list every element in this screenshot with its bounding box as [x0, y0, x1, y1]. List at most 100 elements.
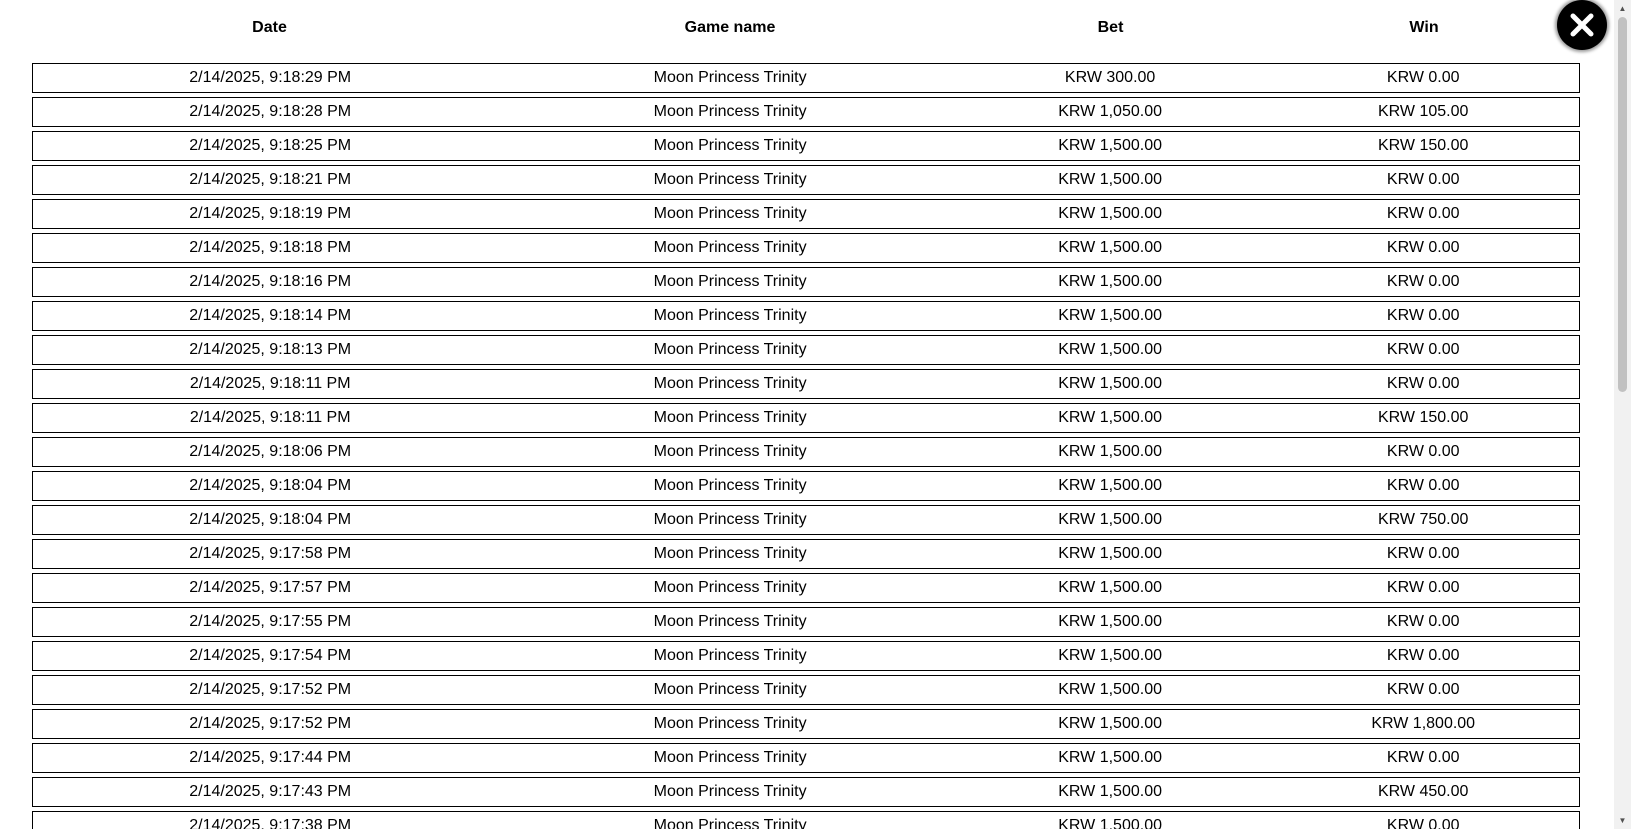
- row-game-name: Moon Princess Trinity: [653, 783, 807, 800]
- row-game-name: Moon Princess Trinity: [653, 137, 807, 154]
- row-game-name: Moon Princess Trinity: [653, 511, 807, 528]
- row-game-name: Moon Princess Trinity: [653, 103, 807, 120]
- table-row: 2/14/2025, 9:18:21 PM Moon Princess Trini…: [32, 165, 1580, 195]
- game-history-page: Date Game name Bet Win 2/14/2025, 9:18:2…: [0, 0, 1631, 829]
- row-win: KRW 0.00: [1386, 205, 1460, 222]
- header-game-name: Game name: [684, 19, 776, 36]
- row-bet: KRW 1,500.00: [1058, 715, 1162, 732]
- table-row: 2/14/2025, 9:18:18 PM Moon Princess Trini…: [32, 233, 1580, 263]
- table-row: 2/14/2025, 9:17:55 PM Moon Princess Trini…: [32, 607, 1580, 637]
- row-bet: KRW 1,500.00: [1058, 613, 1162, 630]
- row-date: 2/14/2025, 9:17:44 PM: [189, 749, 352, 766]
- row-bet: KRW 1,050.00: [1058, 103, 1162, 120]
- chevron-up-icon[interactable]: ▲: [1614, 0, 1631, 17]
- row-date: 2/14/2025, 9:18:28 PM: [189, 103, 352, 120]
- row-date: 2/14/2025, 9:17:58 PM: [189, 545, 352, 562]
- row-game-name: Moon Princess Trinity: [653, 443, 807, 460]
- row-win: KRW 0.00: [1386, 375, 1460, 392]
- row-win: KRW 0.00: [1386, 817, 1460, 829]
- row-date: 2/14/2025, 9:18:29 PM: [189, 69, 352, 86]
- table-row: 2/14/2025, 9:17:38 PM Moon Princess Trini…: [32, 811, 1580, 829]
- game-history-panel[interactable]: Date Game name Bet Win 2/14/2025, 9:18:2…: [0, 0, 1614, 829]
- table-row: 2/14/2025, 9:17:58 PM Moon Princess Trini…: [32, 539, 1580, 569]
- row-game-name: Moon Princess Trinity: [653, 307, 807, 324]
- row-win: KRW 0.00: [1386, 443, 1460, 460]
- row-bet: KRW 1,500.00: [1058, 137, 1162, 154]
- row-bet: KRW 1,500.00: [1058, 375, 1162, 392]
- vertical-scrollbar[interactable]: ▲ ▼: [1614, 0, 1631, 829]
- row-bet: KRW 1,500.00: [1058, 647, 1162, 664]
- row-win: KRW 0.00: [1386, 341, 1460, 358]
- table-row: 2/14/2025, 9:17:43 PM Moon Princess Trini…: [32, 777, 1580, 807]
- row-win: KRW 1,800.00: [1371, 715, 1476, 732]
- table-row: 2/14/2025, 9:18:11 PM Moon Princess Trini…: [32, 369, 1580, 399]
- row-game-name: Moon Princess Trinity: [653, 171, 807, 188]
- table-row: 2/14/2025, 9:18:11 PM Moon Princess Trini…: [32, 403, 1580, 433]
- row-bet: KRW 1,500.00: [1058, 545, 1162, 562]
- row-game-name: Moon Princess Trinity: [653, 477, 807, 494]
- row-bet: KRW 1,500.00: [1058, 409, 1162, 426]
- row-win: KRW 105.00: [1377, 103, 1469, 120]
- row-game-name: Moon Princess Trinity: [653, 69, 807, 86]
- row-game-name: Moon Princess Trinity: [653, 579, 807, 596]
- row-date: 2/14/2025, 9:17:57 PM: [189, 579, 352, 596]
- table-row: 2/14/2025, 9:17:54 PM Moon Princess Trini…: [32, 641, 1580, 671]
- row-game-name: Moon Princess Trinity: [653, 341, 807, 358]
- row-date: 2/14/2025, 9:17:54 PM: [189, 647, 352, 664]
- chevron-down-icon[interactable]: ▼: [1614, 812, 1631, 829]
- row-game-name: Moon Princess Trinity: [653, 647, 807, 664]
- row-bet: KRW 1,500.00: [1058, 443, 1162, 460]
- row-date: 2/14/2025, 9:17:38 PM: [189, 817, 352, 829]
- scrollbar-thumb[interactable]: [1618, 17, 1627, 392]
- row-date: 2/14/2025, 9:17:52 PM: [189, 681, 352, 698]
- row-win: KRW 0.00: [1386, 239, 1460, 256]
- row-win: KRW 0.00: [1386, 307, 1460, 324]
- row-bet: KRW 1,500.00: [1058, 749, 1162, 766]
- row-date: 2/14/2025, 9:18:19 PM: [189, 205, 352, 222]
- table-header: Date Game name Bet Win: [32, 16, 1580, 40]
- row-date: 2/14/2025, 9:18:21 PM: [189, 171, 352, 188]
- row-win: KRW 0.00: [1386, 545, 1460, 562]
- row-bet: KRW 1,500.00: [1058, 205, 1162, 222]
- row-date: 2/14/2025, 9:18:04 PM: [189, 511, 352, 528]
- row-date: 2/14/2025, 9:17:43 PM: [189, 783, 352, 800]
- row-game-name: Moon Princess Trinity: [653, 205, 807, 222]
- row-bet: KRW 1,500.00: [1058, 273, 1162, 290]
- table-row: 2/14/2025, 9:18:04 PM Moon Princess Trini…: [32, 505, 1580, 535]
- row-date: 2/14/2025, 9:18:11 PM: [189, 409, 351, 426]
- row-bet: KRW 1,500.00: [1058, 307, 1162, 324]
- row-game-name: Moon Princess Trinity: [653, 375, 807, 392]
- row-game-name: Moon Princess Trinity: [653, 239, 807, 256]
- row-game-name: Moon Princess Trinity: [653, 715, 807, 732]
- row-win: KRW 0.00: [1386, 171, 1460, 188]
- row-date: 2/14/2025, 9:18:06 PM: [189, 443, 352, 460]
- table-row: 2/14/2025, 9:18:19 PM Moon Princess Trini…: [32, 199, 1580, 229]
- row-win: KRW 0.00: [1386, 681, 1460, 698]
- table-row: 2/14/2025, 9:17:52 PM Moon Princess Trini…: [32, 675, 1580, 705]
- row-date: 2/14/2025, 9:18:18 PM: [189, 239, 352, 256]
- row-bet: KRW 1,500.00: [1058, 511, 1162, 528]
- table-row: 2/14/2025, 9:17:57 PM Moon Princess Trini…: [32, 573, 1580, 603]
- row-bet: KRW 1,500.00: [1058, 341, 1162, 358]
- row-game-name: Moon Princess Trinity: [653, 409, 807, 426]
- row-game-name: Moon Princess Trinity: [653, 273, 807, 290]
- close-button[interactable]: [1557, 0, 1607, 50]
- table-row: 2/14/2025, 9:18:16 PM Moon Princess Trini…: [32, 267, 1580, 297]
- row-bet: KRW 1,500.00: [1058, 783, 1162, 800]
- table-row: 2/14/2025, 9:17:52 PM Moon Princess Trini…: [32, 709, 1580, 739]
- table-row: 2/14/2025, 9:17:44 PM Moon Princess Trini…: [32, 743, 1580, 773]
- row-bet: KRW 1,500.00: [1058, 817, 1162, 829]
- row-bet: KRW 300.00: [1064, 69, 1156, 86]
- row-bet: KRW 1,500.00: [1058, 171, 1162, 188]
- history-rows: 2/14/2025, 9:18:29 PM Moon Princess Trini…: [32, 63, 1580, 829]
- row-win: KRW 0.00: [1386, 613, 1460, 630]
- row-win: KRW 150.00: [1377, 409, 1469, 426]
- row-game-name: Moon Princess Trinity: [653, 613, 807, 630]
- header-win: Win: [1409, 19, 1439, 36]
- row-bet: KRW 1,500.00: [1058, 579, 1162, 596]
- table-row: 2/14/2025, 9:18:14 PM Moon Princess Trini…: [32, 301, 1580, 331]
- row-win: KRW 750.00: [1377, 511, 1469, 528]
- row-win: KRW 0.00: [1386, 69, 1460, 86]
- row-win: KRW 0.00: [1386, 647, 1460, 664]
- close-icon: [1570, 13, 1594, 37]
